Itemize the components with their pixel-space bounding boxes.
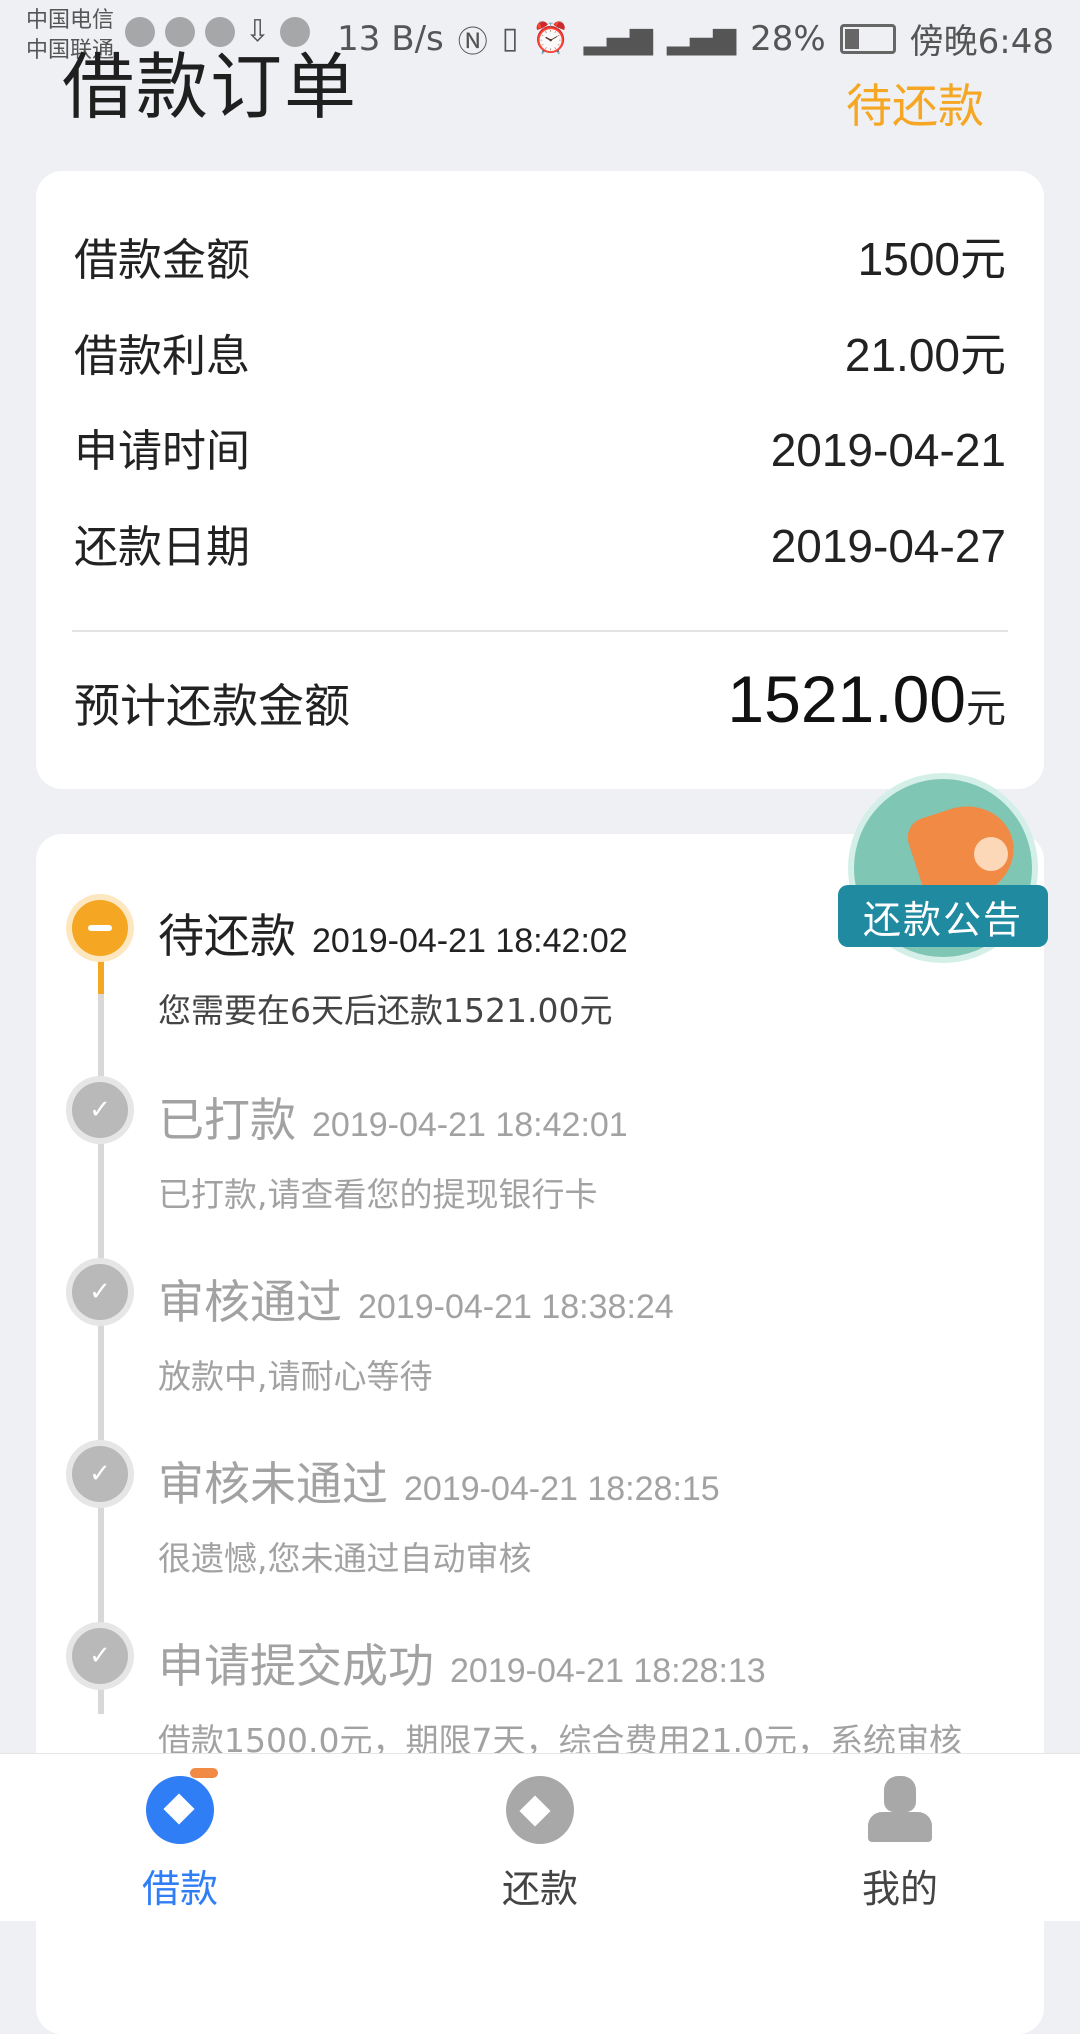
total-label: 预计还款金额 (74, 679, 350, 733)
person-icon (866, 1776, 934, 1844)
bottom-nav: 借款 还款 我的 (0, 1753, 1080, 1921)
page-title: 借款订单 (62, 45, 359, 129)
order-status: 待还款 (846, 79, 984, 133)
nav-label: 还款 (501, 1867, 578, 1911)
total-amount: 1521.00元 (727, 661, 1006, 737)
alarm-icon: ⏰ (532, 21, 570, 56)
status-right: 13 B/s Ⓝ ▯ ⏰ ▂▄▆ ▂▄▆ 28% 傍晚6:48 (337, 14, 1054, 63)
event-desc: 已打款,请查看您的提现银行卡 (158, 1175, 598, 1214)
timeline-event: 申请提交成功 2019-04-21 18:28:13 借款1500.0元，期限7… (158, 1630, 1024, 1762)
notice-label: 还款公告 (838, 885, 1048, 947)
event-time: 2019-04-21 18:38:24 (358, 1288, 674, 1326)
summary-label: 申请时间 (74, 426, 250, 477)
battery-icon (839, 23, 896, 54)
event-time: 2019-04-21 18:28:13 (450, 1652, 766, 1690)
signal-4g-icon: ▂▄▆ (666, 21, 737, 56)
summary-value: 1500元 (857, 233, 1006, 285)
summary-row-apply-date: 申请时间 2019-04-21 (74, 415, 1006, 479)
nfc-icon: Ⓝ (457, 24, 488, 60)
summary-label: 还款日期 (74, 522, 250, 573)
divider (72, 630, 1008, 632)
event-title: 待还款 (158, 909, 296, 963)
event-desc: 很遗憾,您未通过自动审核 (158, 1539, 532, 1578)
event-time: 2019-04-21 18:42:01 (312, 1106, 628, 1144)
summary-row-due-date: 还款日期 2019-04-27 (74, 511, 1006, 575)
battery-percent: 28% (750, 18, 826, 59)
nav-label: 借款 (141, 1867, 218, 1911)
event-desc: 您需要在6天后还款1521.00元 (158, 991, 613, 1030)
event-time: 2019-04-21 18:42:02 (312, 922, 628, 960)
loan-summary-card: 借款金额 1500元 借款利息 21.00元 申请时间 2019-04-21 还… (36, 171, 1044, 789)
borrow-icon (146, 1768, 218, 1844)
event-time: 2019-04-21 18:28:15 (404, 1470, 720, 1508)
summary-label: 借款金额 (74, 235, 250, 286)
total-unit: 元 (966, 686, 1006, 732)
total-value: 1521.00 (727, 662, 966, 736)
repayment-notice-button[interactable]: 还款公告 (838, 773, 1048, 973)
summary-row-interest: 借款利息 21.00元 (74, 319, 1006, 385)
timeline-current-dot (72, 900, 128, 956)
timeline-track (98, 934, 104, 1714)
event-title: 已打款 (158, 1093, 296, 1147)
event-title: 审核通过 (158, 1275, 342, 1329)
timeline-event: 审核未通过 2019-04-21 18:28:15 很遗憾,您未通过自动审核 (158, 1448, 1024, 1580)
nav-item-borrow[interactable]: 借款 (0, 1754, 360, 1921)
check-icon: ✓ (72, 1446, 128, 1502)
event-desc: 放款中,请耐心等待 (158, 1357, 433, 1396)
nav-label: 我的 (861, 1867, 938, 1911)
clock: 傍晚6:48 (909, 22, 1054, 62)
timeline-event: 审核通过 2019-04-21 18:38:24 放款中,请耐心等待 (158, 1266, 1024, 1398)
timeline-event: 已打款 2019-04-21 18:42:01 已打款,请查看您的提现银行卡 (158, 1084, 1024, 1216)
check-icon: ✓ (72, 1264, 128, 1320)
summary-row-amount: 借款金额 1500元 (74, 223, 1006, 289)
nav-item-repay[interactable]: 还款 (360, 1754, 720, 1921)
summary-label: 借款利息 (74, 331, 250, 382)
total-repayment-row: 预计还款金额 1521.00元 (74, 661, 1006, 737)
summary-value: 2019-04-27 (770, 520, 1006, 572)
summary-value: 2019-04-21 (770, 424, 1006, 476)
event-title: 审核未通过 (158, 1457, 388, 1511)
summary-value: 21.00元 (844, 329, 1006, 381)
nav-item-mine[interactable]: 我的 (720, 1754, 1080, 1921)
check-icon: ✓ (72, 1628, 128, 1684)
signal-icon: ▂▄▆ (583, 21, 653, 56)
event-title: 申请提交成功 (158, 1639, 434, 1693)
repay-icon (506, 1776, 574, 1844)
check-icon: ✓ (72, 1082, 128, 1138)
vibrate-icon: ▯ (501, 21, 519, 56)
